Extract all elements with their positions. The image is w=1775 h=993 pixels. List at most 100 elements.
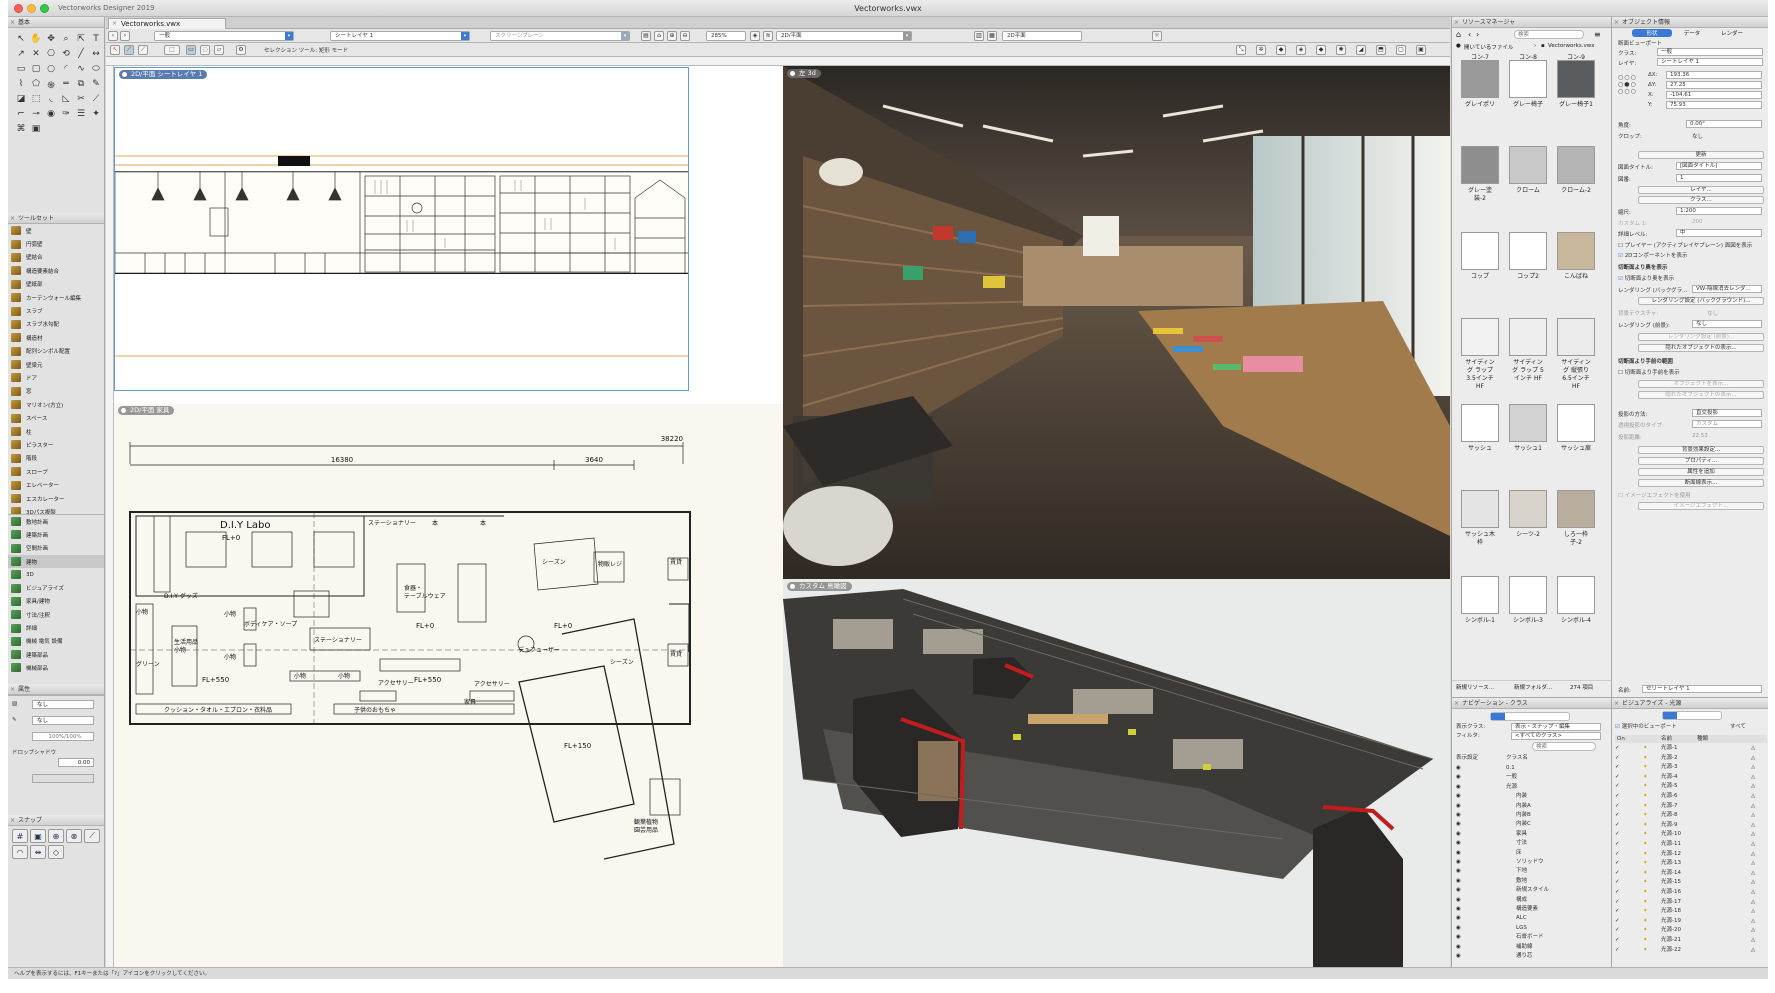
3d-locus-tool-icon[interactable]: ✦ bbox=[89, 107, 103, 121]
zoom-field[interactable]: 285% bbox=[706, 31, 746, 41]
projection-select[interactable]: 直交投影 bbox=[1692, 409, 1762, 417]
selection-tool-icon[interactable]: ↖ bbox=[14, 32, 28, 46]
toolset-category[interactable]: 家具/建物 bbox=[8, 595, 104, 608]
mode-option-icon[interactable]: ⬚ bbox=[164, 45, 180, 55]
pan-tool-icon[interactable]: ✋ bbox=[29, 32, 43, 46]
eye-icon[interactable]: ◉ bbox=[1456, 896, 1461, 905]
light-on-checkbox[interactable]: ✓ bbox=[1615, 744, 1620, 752]
class-row[interactable]: ◉ 構造要素 bbox=[1456, 905, 1606, 914]
toolset-item[interactable]: ドア bbox=[8, 371, 104, 384]
toolset-item[interactable]: 円弧壁 bbox=[8, 237, 104, 250]
background-effects-button[interactable]: 背景効果設定... bbox=[1638, 446, 1764, 454]
tool-icon-2[interactable]: ✲ bbox=[1256, 45, 1266, 55]
oval-tool-icon[interactable]: ⬭ bbox=[89, 62, 103, 76]
detail-level-select[interactable]: 中 bbox=[1676, 229, 1762, 237]
resource-item[interactable]: サッシュ扉 bbox=[1554, 404, 1598, 490]
resource-item[interactable]: サッシュ木 枠 bbox=[1458, 490, 1502, 576]
eye-icon[interactable]: ◉ bbox=[1456, 886, 1461, 895]
light-on-checkbox[interactable]: ✓ bbox=[1615, 946, 1620, 954]
light-row[interactable]: ✓ ✦ 光源-19 ◬ bbox=[1615, 917, 1767, 925]
mode-poly-icon[interactable]: ⟋ bbox=[138, 45, 148, 55]
toolset-item[interactable]: 階段 bbox=[8, 452, 104, 465]
toolset-item[interactable]: 壁梁元 bbox=[8, 358, 104, 371]
rendering-settings-button[interactable]: レンダリング設定 (バックグラウンド)... bbox=[1638, 297, 1764, 305]
snap-distance-icon[interactable]: ⇹ bbox=[30, 845, 46, 859]
light-on-checkbox[interactable]: ✓ bbox=[1615, 840, 1620, 848]
lighting-icon[interactable]: ☼ bbox=[1152, 31, 1162, 41]
light-on-checkbox[interactable]: ✓ bbox=[1615, 773, 1620, 781]
light-row[interactable]: ✓ ✦ 光源-18 ◬ bbox=[1615, 907, 1767, 915]
viewport-label-render[interactable]: 左 3d bbox=[787, 69, 821, 78]
checkbox-selected-viewport[interactable]: ☑ bbox=[1615, 724, 1622, 730]
toolset-item[interactable]: 壁 bbox=[8, 224, 104, 237]
navigation-tab-strip[interactable] bbox=[1490, 712, 1570, 721]
snap-object-icon[interactable]: ▣ bbox=[30, 829, 46, 843]
light-row[interactable]: ✓ ✦ 光源-7 ◬ bbox=[1615, 802, 1767, 810]
eye-icon[interactable]: ◉ bbox=[1456, 792, 1461, 801]
toolset-item[interactable]: スペース bbox=[8, 411, 104, 424]
mode-lasso-icon[interactable]: ⟋ bbox=[124, 45, 134, 55]
toolset-category[interactable]: ビジュアライズ bbox=[8, 581, 104, 594]
tool-icon-5[interactable]: ◆ bbox=[1316, 45, 1326, 55]
toolset-item[interactable]: エスカレーター bbox=[8, 492, 104, 505]
classes-button[interactable]: クラス... bbox=[1638, 196, 1764, 204]
open-files-label[interactable]: 開いているファイル bbox=[1464, 43, 1513, 51]
light-row[interactable]: ✓ ✦ 光源-3 ◬ bbox=[1615, 763, 1767, 771]
class-row[interactable]: ◉ 補助線 bbox=[1456, 943, 1606, 952]
toolset-item[interactable]: 3Dパス複製 bbox=[8, 505, 104, 514]
text-tool-icon[interactable]: T bbox=[89, 32, 103, 46]
checkbox-render-back[interactable]: ☑ bbox=[1618, 276, 1625, 282]
spiral-tool-icon[interactable]: ֍ bbox=[44, 77, 58, 91]
add-attributes-button[interactable]: 属性を追加 bbox=[1638, 468, 1764, 476]
mode-single-icon[interactable]: ▭ bbox=[186, 45, 196, 55]
tool-icon-1[interactable]: ⤡ bbox=[1236, 45, 1246, 55]
fill-select[interactable]: なし bbox=[32, 700, 94, 709]
clip-tool-icon[interactable]: ✂ bbox=[74, 92, 88, 106]
snap-intelligent-icon[interactable]: ⊗ bbox=[66, 829, 82, 843]
class-field[interactable]: 一般 bbox=[1657, 48, 1763, 56]
circle-tool-icon[interactable]: ○ bbox=[44, 62, 58, 76]
resource-item[interactable]: コップ2 bbox=[1506, 232, 1550, 318]
toolset-item[interactable]: マリオン(方立) bbox=[8, 398, 104, 411]
visualize-tab-strip[interactable] bbox=[1662, 711, 1722, 720]
class-row[interactable]: ◉ LGS bbox=[1456, 924, 1606, 933]
anchor-point-icon[interactable]: ○○○ ○●○ ○○○ bbox=[1618, 74, 1637, 95]
checkbox-planar[interactable]: ☐ bbox=[1618, 243, 1625, 249]
viewport-label-axonometric[interactable]: カスタム 鳥瞰図 bbox=[787, 582, 852, 591]
tab-render[interactable]: レンダー bbox=[1712, 29, 1752, 37]
plane-select[interactable]: スクリーンプレーン ▾ bbox=[490, 31, 630, 41]
hidden-objects2-button[interactable]: 隠れたオブジェクトの表示... bbox=[1638, 391, 1764, 399]
snap-angle-icon[interactable]: ⊕ bbox=[48, 829, 64, 843]
eye-icon[interactable]: ◉ bbox=[1456, 914, 1461, 923]
light-on-checkbox[interactable]: ✓ bbox=[1615, 782, 1620, 790]
light-on-checkbox[interactable]: ✓ bbox=[1615, 754, 1620, 762]
toolset-category[interactable]: 機械 電気 設備 bbox=[8, 635, 104, 648]
resource-item[interactable]: クローム-2 bbox=[1554, 146, 1598, 232]
resource-item[interactable]: サッシュ1 bbox=[1506, 404, 1550, 490]
snap-grid-icon[interactable]: # bbox=[12, 829, 28, 843]
toolset-category[interactable]: 寸法/注釈 bbox=[8, 608, 104, 621]
section-viewport[interactable]: 2D/平面 シートレイヤ 1 bbox=[114, 67, 689, 391]
light-on-checkbox[interactable]: ✓ bbox=[1615, 821, 1620, 829]
properties-button[interactable]: プロパティ... bbox=[1638, 457, 1764, 465]
show-all-label[interactable]: すべて bbox=[1730, 723, 1766, 731]
rendering2-select[interactable]: なし bbox=[1692, 320, 1762, 328]
toolset-item[interactable]: 壁紙部 bbox=[8, 278, 104, 291]
class-row[interactable]: ◉ 下地 bbox=[1456, 867, 1606, 876]
double-line-tool-icon[interactable]: ═ bbox=[59, 77, 73, 91]
class-tab-icon[interactable] bbox=[1491, 713, 1505, 720]
light-row[interactable]: ✓ ✦ 光源-10 ◬ bbox=[1615, 830, 1767, 838]
resource-item[interactable]: クローム bbox=[1506, 146, 1550, 232]
class-row[interactable]: ◉ 寸法 bbox=[1456, 839, 1606, 848]
section-line-button[interactable]: 断面線表示... bbox=[1638, 479, 1764, 487]
class-row[interactable]: ◉ 構成 bbox=[1456, 896, 1606, 905]
resource-item[interactable]: シンボル-4 bbox=[1554, 576, 1598, 662]
visibility-tool-icon[interactable]: ◉ bbox=[44, 107, 58, 121]
resource-item[interactable]: サイディン グ 縦張り 6.5インチ HF bbox=[1554, 318, 1598, 404]
snap-surface-icon[interactable]: ◇ bbox=[48, 845, 64, 859]
light-on-checkbox[interactable]: ✓ bbox=[1615, 878, 1620, 886]
resource-search-input[interactable] bbox=[1514, 30, 1584, 39]
forward-icon[interactable]: › bbox=[1476, 30, 1479, 39]
light-row[interactable]: ✓ ✦ 光源-21 ◬ bbox=[1615, 936, 1767, 944]
drawing-no-field[interactable]: 1 bbox=[1676, 174, 1762, 182]
